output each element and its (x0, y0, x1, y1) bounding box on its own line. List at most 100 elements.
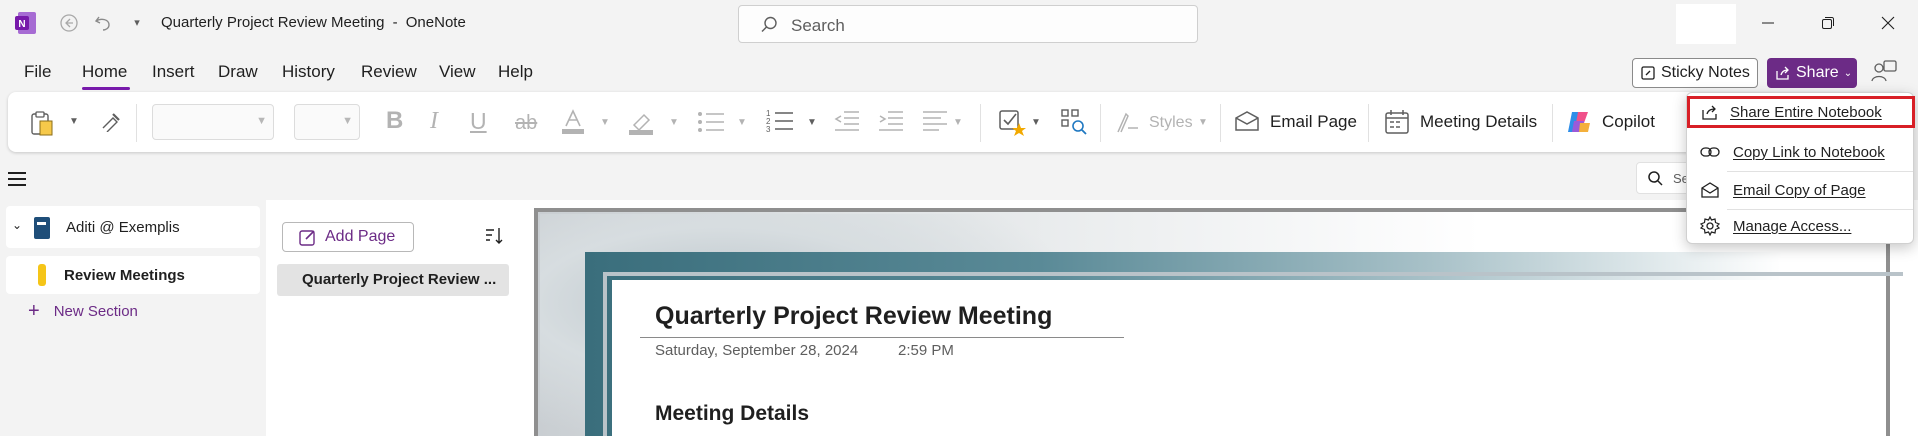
font-family-select[interactable]: ▼ (152, 104, 274, 140)
hamburger-menu-icon[interactable] (8, 172, 26, 190)
decrease-indent-icon[interactable] (834, 110, 860, 136)
bullets-dropdown-icon[interactable]: ▼ (737, 117, 747, 128)
underline-icon[interactable]: U (470, 110, 487, 133)
numbering-dropdown-icon[interactable]: ▼ (807, 117, 817, 128)
email-icon (1687, 181, 1733, 199)
email-copy-item[interactable]: Email Copy of Page (1687, 173, 1915, 207)
new-section-button[interactable]: + New Section (28, 300, 138, 323)
notebook-icon (34, 217, 50, 239)
email-copy-label: Email Copy of Page (1733, 181, 1866, 199)
search-icon (1648, 171, 1663, 186)
ribbon-separator (1100, 104, 1101, 142)
back-icon[interactable] (54, 0, 84, 50)
section-item[interactable]: Review Meetings (6, 256, 260, 294)
align-dropdown-icon[interactable]: ▼ (953, 117, 963, 128)
title-underline (640, 337, 1124, 338)
italic-icon[interactable]: I (430, 109, 438, 133)
page-list-item[interactable]: Quarterly Project Review ... (277, 264, 509, 296)
restore-button[interactable] (1798, 0, 1858, 46)
manage-access-label: Manage Access... (1733, 217, 1852, 235)
add-page-icon (299, 230, 315, 246)
styles-label[interactable]: Styles (1149, 114, 1193, 132)
menu-separator (1727, 171, 1913, 172)
svg-text:N: N (18, 19, 25, 30)
numbering-icon[interactable]: 123 (766, 108, 794, 138)
copilot-button[interactable]: Copilot (1602, 112, 1655, 132)
increase-indent-icon[interactable] (878, 110, 904, 136)
format-painter-icon[interactable] (99, 110, 121, 136)
gear-icon (1687, 216, 1733, 236)
copy-link-label: Copy Link to Notebook (1733, 143, 1885, 161)
minimize-icon (1762, 22, 1774, 24)
notebook-name: Aditi @ Exemplis (66, 219, 180, 236)
bullets-icon[interactable] (697, 110, 725, 138)
paste-icon[interactable] (30, 110, 54, 140)
avatar[interactable] (1676, 4, 1736, 44)
share-icon (1776, 66, 1789, 80)
notebook-item[interactable]: ⌄ Aditi @ Exemplis (6, 206, 260, 248)
chevron-down-icon[interactable]: ⌄ (12, 218, 22, 232)
section-color-tab (38, 264, 46, 286)
app-name: OneNote (405, 14, 466, 31)
styles-icon[interactable] (1114, 110, 1140, 138)
add-page-button[interactable]: Add Page (282, 222, 414, 252)
section-name: Review Meetings (64, 267, 185, 284)
copilot-icon[interactable] (1566, 109, 1592, 139)
share-notebook-icon (1690, 103, 1730, 121)
bold-icon[interactable]: B (386, 109, 403, 133)
active-tab-indicator (82, 87, 130, 90)
tab-help[interactable]: Help (498, 62, 533, 82)
feedback-icon[interactable] (1870, 58, 1900, 88)
undo-icon[interactable] (88, 0, 118, 50)
share-menu: Share Entire Notebook Copy Link to Noteb… (1686, 92, 1915, 244)
share-button[interactable]: Share ⌄ (1767, 58, 1857, 88)
email-page-button[interactable]: Email Page (1270, 112, 1357, 132)
tags-dropdown-icon[interactable]: ▼ (1031, 117, 1041, 128)
sort-pages-icon[interactable] (484, 226, 504, 249)
restore-icon (1822, 17, 1834, 29)
paste-dropdown-icon[interactable]: ▼ (69, 116, 79, 127)
ribbon-separator (1220, 104, 1221, 142)
strikethrough-icon[interactable]: ab (515, 112, 537, 134)
quick-access-dropdown-icon[interactable]: ▾ (122, 0, 152, 46)
tab-view[interactable]: View (439, 62, 476, 82)
svg-text:3: 3 (766, 125, 771, 134)
font-color-dropdown-icon[interactable]: ▼ (600, 117, 610, 128)
highlight-dropdown-icon[interactable]: ▼ (669, 117, 679, 128)
link-icon (1687, 145, 1733, 159)
page-time: 2:59 PM (898, 342, 954, 359)
todo-tag-icon[interactable] (998, 108, 1026, 140)
align-icon[interactable] (922, 110, 948, 136)
sticky-notes-label: Sticky Notes (1661, 64, 1750, 81)
meeting-details-button[interactable]: Meeting Details (1420, 112, 1537, 132)
window-title-text: Quarterly Project Review Meeting (161, 14, 385, 31)
tab-file[interactable]: File (24, 62, 51, 82)
highlight-icon[interactable] (627, 108, 655, 140)
meeting-details-icon[interactable] (1384, 109, 1410, 139)
manage-access-item[interactable]: Manage Access... (1687, 209, 1915, 243)
onenote-logo-icon: N (14, 11, 38, 35)
tab-history[interactable]: History (282, 62, 335, 82)
window-title: Quarterly Project Review Meeting - OneNo… (161, 14, 466, 31)
styles-dropdown-icon[interactable]: ▼ (1198, 117, 1208, 128)
font-color-icon[interactable] (560, 108, 586, 140)
email-page-icon[interactable] (1234, 110, 1260, 136)
share-label: Share (1796, 64, 1839, 81)
page-date: Saturday, September 28, 2024 (655, 342, 859, 359)
close-button[interactable] (1858, 0, 1918, 46)
font-size-select[interactable]: ▼ (294, 104, 360, 140)
minimize-button[interactable] (1738, 0, 1798, 46)
copy-link-item[interactable]: Copy Link to Notebook (1687, 135, 1915, 169)
tab-insert[interactable]: Insert (152, 62, 195, 82)
search-input[interactable]: Search (738, 5, 1198, 43)
tab-home[interactable]: Home (82, 62, 127, 82)
ribbon-separator (136, 104, 137, 142)
tab-review[interactable]: Review (361, 62, 417, 82)
section-heading[interactable]: Meeting Details (655, 402, 809, 426)
sticky-note-icon (1641, 66, 1655, 80)
share-entire-notebook-item[interactable]: Share Entire Notebook (1687, 96, 1915, 128)
page-title[interactable]: Quarterly Project Review Meeting (655, 302, 1052, 331)
sticky-notes-button[interactable]: Sticky Notes (1632, 58, 1758, 88)
find-tags-icon[interactable] (1060, 108, 1088, 140)
tab-draw[interactable]: Draw (218, 62, 258, 82)
